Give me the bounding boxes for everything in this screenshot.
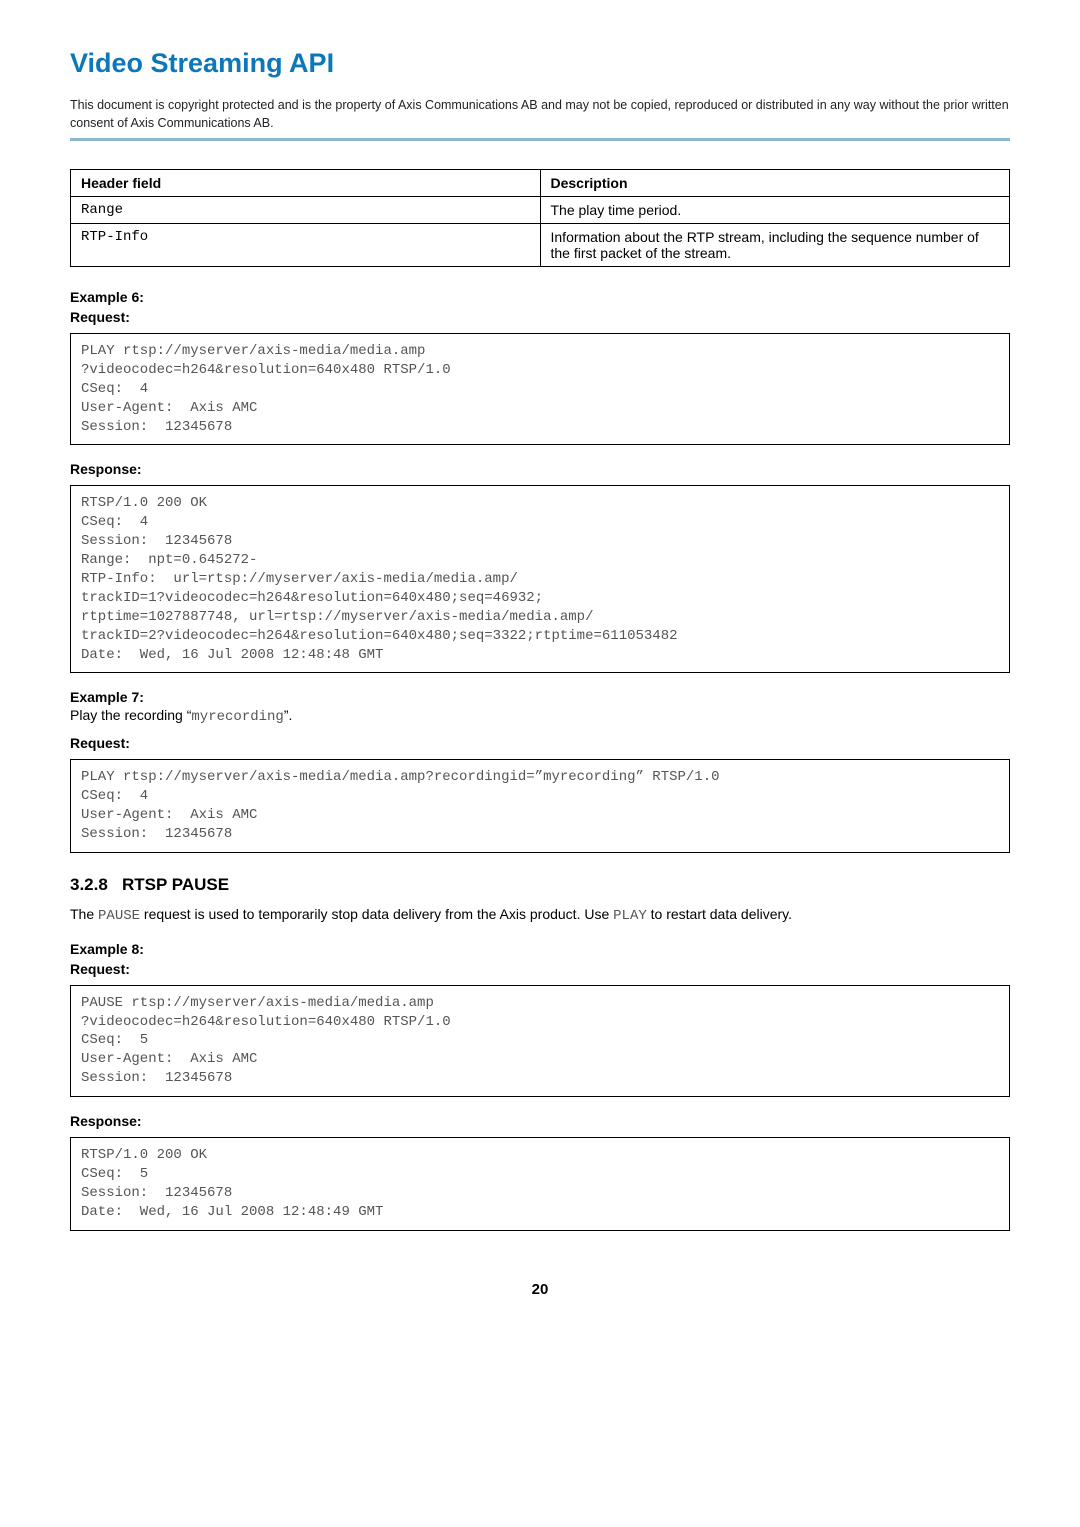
table-cell-field: RTP-Info <box>71 224 541 267</box>
copyright-notice: This document is copyright protected and… <box>70 97 1010 132</box>
example7-label: Example 7: <box>70 689 144 705</box>
example7-request-label: Request: <box>70 735 1010 751</box>
table-cell-description: The play time period. <box>540 197 1010 224</box>
example7-desc-prefix: Play the recording “ <box>70 707 191 723</box>
example8-label: Example 8: <box>70 941 1010 957</box>
example6-response-code: RTSP/1.0 200 OK CSeq: 4 Session: 1234567… <box>70 485 1010 673</box>
section-para-c: to restart data delivery. <box>647 906 792 922</box>
section-para-a: The <box>70 906 98 922</box>
example8-response-code: RTSP/1.0 200 OK CSeq: 5 Session: 1234567… <box>70 1137 1010 1231</box>
table-header-description: Description <box>540 170 1010 197</box>
section-paragraph: The PAUSE request is used to temporarily… <box>70 905 1010 927</box>
table-row: Range The play time period. <box>71 197 1010 224</box>
header-fields-table: Header field Description Range The play … <box>70 169 1010 267</box>
example7-desc-mono: myrecording <box>191 709 283 725</box>
table-cell-field: Range <box>71 197 541 224</box>
section-para-mono2: PLAY <box>613 908 647 924</box>
section-title: RTSP PAUSE <box>122 875 229 894</box>
example7-request-code: PLAY rtsp://myserver/axis-media/media.am… <box>70 759 1010 853</box>
example6-label: Example 6: <box>70 289 1010 305</box>
example6-request-code: PLAY rtsp://myserver/axis-media/media.am… <box>70 333 1010 445</box>
example8-request-label: Request: <box>70 961 1010 977</box>
section-para-mono1: PAUSE <box>98 908 140 924</box>
example7-desc-suffix: ”. <box>284 707 293 723</box>
section-number: 3.2.8 <box>70 875 108 894</box>
page-number: 20 <box>70 1281 1010 1298</box>
example8-request-code: PAUSE rtsp://myserver/axis-media/media.a… <box>70 985 1010 1097</box>
header-divider <box>70 138 1010 141</box>
example6-request-label: Request: <box>70 309 1010 325</box>
example7-heading: Example 7: Play the recording “myrecordi… <box>70 689 1010 725</box>
table-header-field: Header field <box>71 170 541 197</box>
example8-response-label: Response: <box>70 1113 1010 1129</box>
example6-response-label: Response: <box>70 461 1010 477</box>
section-para-b: request is used to temporarily stop data… <box>140 906 613 922</box>
page-title: Video Streaming API <box>70 48 1010 79</box>
table-row: RTP-Info Information about the RTP strea… <box>71 224 1010 267</box>
table-cell-description: Information about the RTP stream, includ… <box>540 224 1010 267</box>
section-heading: 3.2.8 RTSP PAUSE <box>70 875 1010 895</box>
